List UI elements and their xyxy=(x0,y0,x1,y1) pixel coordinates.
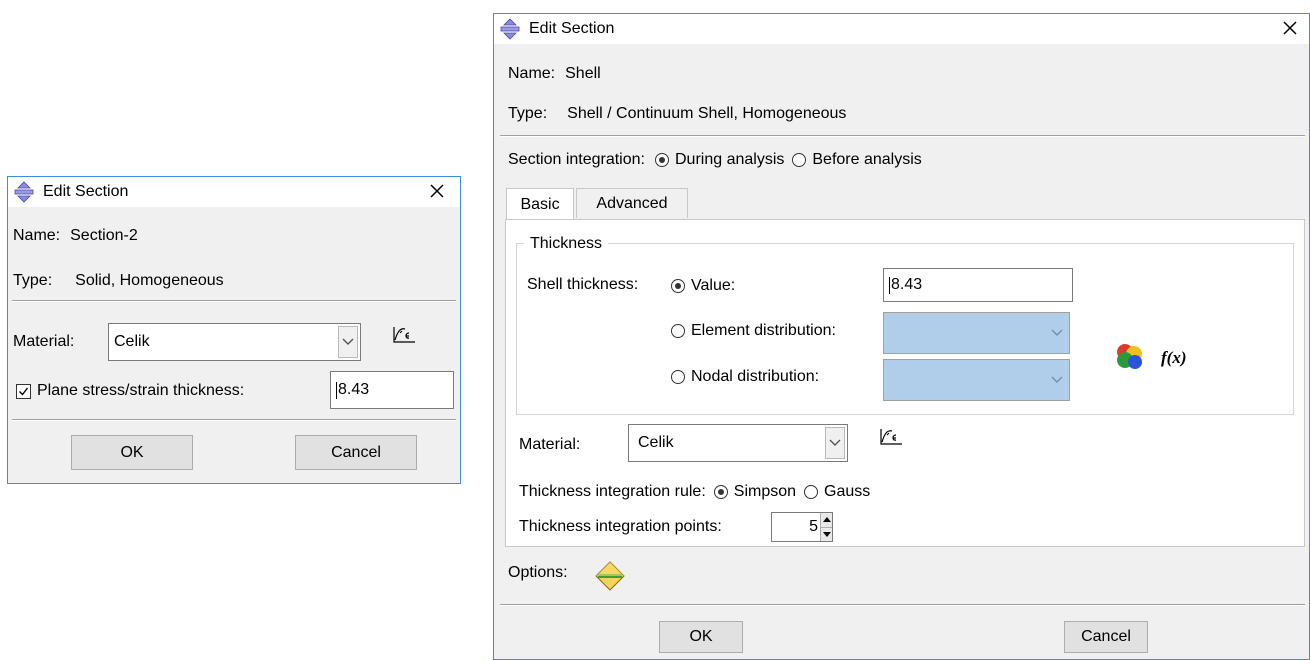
radio-label: Simpson xyxy=(733,483,797,500)
separator-highlight xyxy=(500,136,1305,137)
options-label: Options: xyxy=(508,564,568,581)
checkmark-icon xyxy=(19,387,29,396)
material-value: Celik xyxy=(114,333,150,350)
shell-thickness-label: Shell thickness: xyxy=(527,276,639,293)
ok-button[interactable]: OK xyxy=(659,621,743,653)
separator-highlight xyxy=(12,301,456,302)
analytical-field-icon[interactable] xyxy=(1113,341,1147,371)
chevron-down-icon[interactable] xyxy=(1047,315,1067,351)
material-value: Celik xyxy=(638,434,674,451)
name-label: Name: xyxy=(13,227,61,244)
chevron-down-icon[interactable] xyxy=(825,427,845,459)
radio-label: Value: xyxy=(691,277,736,294)
type-value: Shell / Continuum Shell, Homogeneous xyxy=(567,105,847,122)
material-manager-icon[interactable] xyxy=(878,426,906,450)
name-value: Shell xyxy=(565,65,601,82)
tab-panel-basic: Thickness Shell thickness: Value: 8.43 E… xyxy=(505,219,1305,547)
radio-label: Nodal distribution: xyxy=(691,368,820,385)
edit-section-icon xyxy=(500,18,520,40)
separator-highlight xyxy=(500,605,1305,606)
close-icon xyxy=(430,184,444,198)
radio-label: Gauss xyxy=(824,483,871,500)
edit-section-dialog-small: Edit Section Name: Section-2 Type: Solid… xyxy=(7,176,461,484)
integration-rule-label: Thickness integration rule: xyxy=(519,483,706,500)
type-row: Type: Solid, Homogeneous xyxy=(13,272,224,290)
radio-indicator[interactable] xyxy=(671,370,685,384)
name-row: Name: Section-2 xyxy=(13,227,138,245)
radio-label: Before analysis xyxy=(812,151,922,168)
plane-stress-checkbox[interactable] xyxy=(16,383,31,399)
type-value: Solid, Homogeneous xyxy=(75,272,224,289)
title-bar: Edit Section xyxy=(494,14,1309,44)
radio-indicator[interactable] xyxy=(804,485,819,499)
integration-rule-row: Thickness integration rule: Simpson Gaus… xyxy=(519,483,870,501)
integration-points-value: 5 xyxy=(809,518,818,535)
material-label-row: Material: xyxy=(13,333,74,351)
cancel-button[interactable]: Cancel xyxy=(295,435,417,470)
dialog-title: Edit Section xyxy=(529,20,615,37)
cancel-button[interactable]: Cancel xyxy=(1064,621,1148,653)
thickness-value: 8.43 xyxy=(338,381,370,398)
name-value: Section-2 xyxy=(70,227,138,244)
thickness-group-label: Thickness xyxy=(524,235,609,253)
ok-button[interactable]: OK xyxy=(71,435,193,470)
section-options-icon[interactable] xyxy=(594,560,626,592)
radio-indicator[interactable] xyxy=(671,279,685,293)
fx-label[interactable]: f(x) xyxy=(1161,348,1186,368)
shell-thickness-input[interactable]: 8.43 xyxy=(883,268,1073,302)
close-button[interactable] xyxy=(1279,17,1301,39)
text-cursor xyxy=(336,381,337,399)
section-integration-row: Section integration: During analysis Bef… xyxy=(508,151,922,169)
radio-nodal-distribution[interactable]: Nodal distribution: xyxy=(671,368,819,386)
type-row: Type: Shell / Continuum Shell, Homogeneo… xyxy=(508,105,846,123)
edit-section-dialog-large: Edit Section Name: Shell Type: Shell / C… xyxy=(493,13,1310,660)
chevron-down-icon[interactable] xyxy=(1047,362,1067,398)
tab-basic[interactable]: Basic xyxy=(506,188,574,220)
plane-stress-row[interactable]: Plane stress/strain thickness: xyxy=(16,382,244,400)
radio-element-distribution[interactable]: Element distribution: xyxy=(671,322,836,340)
edit-section-icon xyxy=(14,181,34,203)
spin-down-icon[interactable] xyxy=(821,526,832,541)
thickness-input[interactable]: 8.43 xyxy=(330,371,454,409)
radio-indicator[interactable] xyxy=(671,324,685,338)
radio-indicator[interactable] xyxy=(792,153,807,167)
close-button[interactable] xyxy=(426,180,448,202)
integration-points-spinner[interactable]: 5 xyxy=(771,512,833,542)
nodal-distribution-combobox[interactable] xyxy=(883,359,1070,401)
text-cursor xyxy=(889,276,890,294)
separator-highlight xyxy=(12,420,456,421)
shell-thickness-value: 8.43 xyxy=(891,276,923,293)
integration-points-label: Thickness integration points: xyxy=(519,518,722,535)
radio-label: Element distribution: xyxy=(691,322,836,339)
material-manager-icon[interactable] xyxy=(391,324,419,348)
radio-before-analysis[interactable]: Before analysis xyxy=(792,151,922,169)
spin-up-icon[interactable] xyxy=(821,513,832,527)
chevron-down-icon[interactable] xyxy=(338,326,358,358)
close-icon xyxy=(1283,21,1297,35)
radio-gauss[interactable]: Gauss xyxy=(804,483,870,501)
spinner-arrows[interactable] xyxy=(820,513,832,541)
type-label: Type: xyxy=(508,105,548,122)
dialog-title: Edit Section xyxy=(43,183,129,200)
element-distribution-combobox[interactable] xyxy=(883,312,1070,354)
name-label: Name: xyxy=(508,65,556,82)
name-row: Name: Shell xyxy=(508,65,601,83)
type-label: Type: xyxy=(13,272,53,289)
material-combobox[interactable]: Celik xyxy=(628,424,848,462)
radio-indicator[interactable] xyxy=(713,485,728,499)
plane-stress-label: Plane stress/strain thickness: xyxy=(37,382,245,399)
radio-simpson[interactable]: Simpson xyxy=(713,483,797,501)
material-combobox[interactable]: Celik xyxy=(108,323,361,361)
section-integration-label: Section integration: xyxy=(508,151,645,168)
material-label: Material: xyxy=(13,333,75,350)
radio-value[interactable]: Value: xyxy=(671,277,735,295)
tab-advanced[interactable]: Advanced xyxy=(576,188,688,218)
radio-label: During analysis xyxy=(674,151,785,168)
radio-indicator[interactable] xyxy=(654,153,669,167)
material-label: Material: xyxy=(519,436,581,453)
radio-during-analysis[interactable]: During analysis xyxy=(654,151,785,169)
title-bar: Edit Section xyxy=(8,177,460,207)
